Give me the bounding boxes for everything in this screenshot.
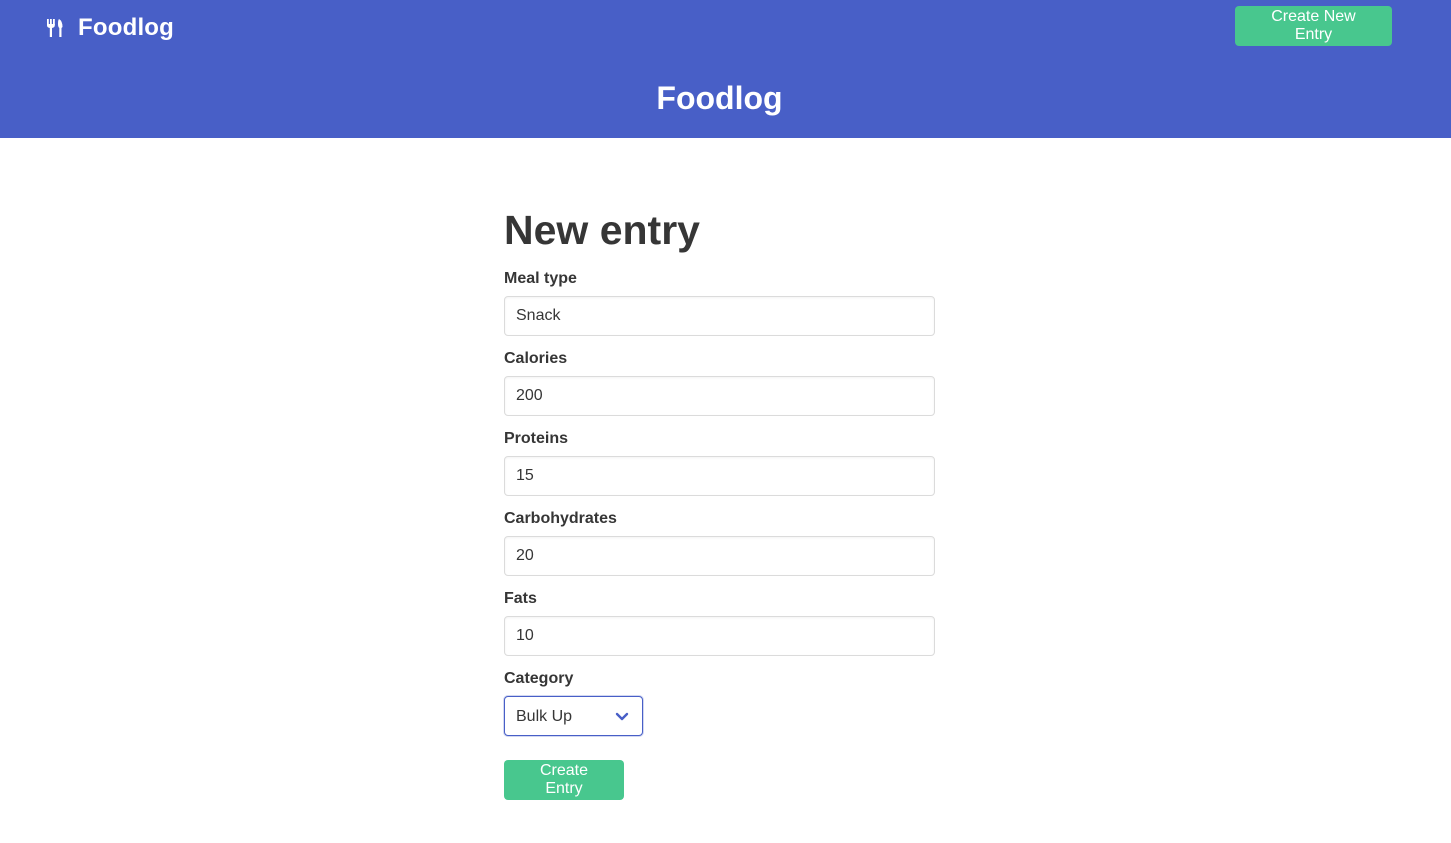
calories-input[interactable] [504,376,935,416]
meal-type-label: Meal type [504,270,577,287]
fats-input[interactable] [504,616,935,656]
category-select-wrapper: Bulk Up [504,696,643,736]
utensils-icon [46,18,64,38]
fats-field: Fats [504,588,935,656]
brand-link[interactable]: Foodlog [46,12,174,44]
proteins-field: Proteins [504,428,935,496]
hero-title: Foodlog [656,80,783,116]
page-title: New entry [504,207,700,253]
proteins-label: Proteins [504,430,569,447]
calories-field: Calories [504,348,935,416]
category-select[interactable]: Bulk Up [504,696,643,736]
meal-type-field: Meal type [504,268,935,336]
create-new-entry-button[interactable]: Create New Entry [1235,6,1392,46]
category-label: Category [504,670,574,687]
brand-name: Foodlog [78,14,175,41]
new-entry-form: New entry Meal type Calories Proteins Ca… [504,204,935,800]
fats-label: Fats [504,590,537,607]
carbohydrates-label: Carbohydrates [504,510,617,527]
carbohydrates-field: Carbohydrates [504,508,935,576]
proteins-input[interactable] [504,456,935,496]
calories-label: Calories [504,350,568,367]
category-field: Category Bulk Up [504,668,935,736]
meal-type-input[interactable] [504,296,935,336]
create-entry-button[interactable]: Create Entry [504,760,624,800]
hero-banner: Foodlog Create New Entry Foodlog [0,0,1451,138]
carbohydrates-input[interactable] [504,536,935,576]
